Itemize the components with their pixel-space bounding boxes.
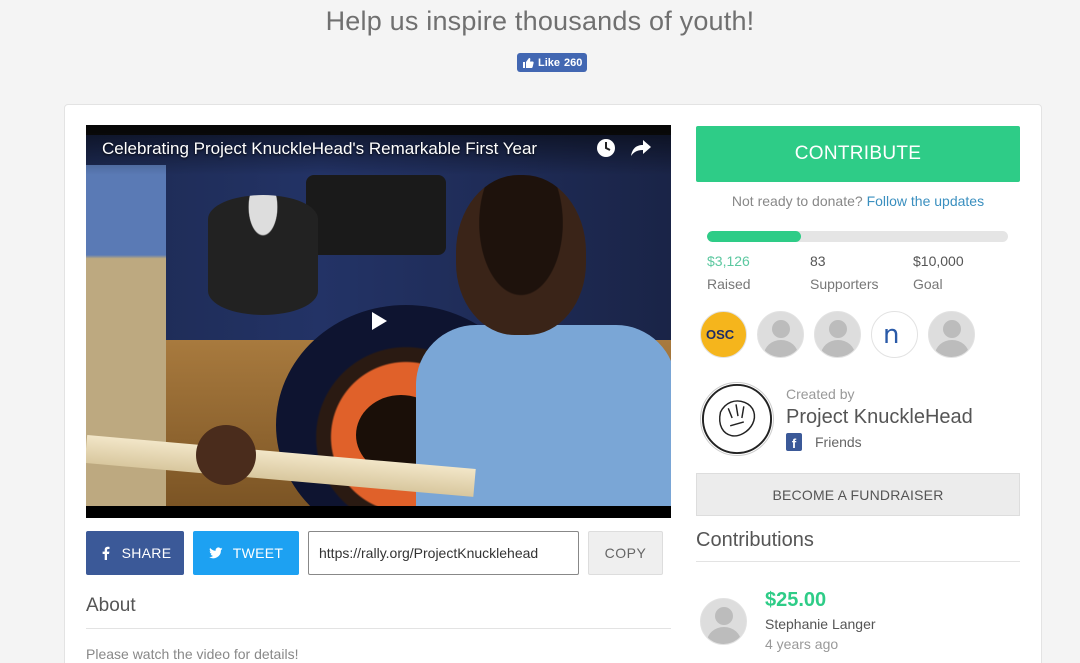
osc-logo-text: OSC (706, 327, 735, 342)
raised-value: $3,126 (707, 253, 750, 269)
clock-icon[interactable] (596, 138, 616, 158)
facebook-icon: f (786, 433, 802, 451)
creator-logo[interactable] (700, 382, 774, 456)
not-ready-text: Not ready to donate? Follow the updates (696, 193, 1020, 209)
share-arrow-icon[interactable] (630, 138, 652, 158)
twitter-icon (208, 547, 223, 559)
video-player[interactable]: Celebrating Project KnuckleHead's Remark… (86, 125, 671, 518)
funding-progress-bar (707, 231, 1008, 242)
supporters-label: Supporters (810, 276, 879, 292)
fb-like-label: Like (538, 56, 561, 69)
thumbs-up-icon (523, 57, 534, 68)
video-title[interactable]: Celebrating Project KnuckleHead's Remark… (102, 139, 537, 159)
facebook-share-button[interactable]: SHARE (86, 531, 184, 575)
follow-updates-link[interactable]: Follow the updates (867, 193, 985, 209)
about-text: Please watch the video for details! (86, 646, 299, 662)
divider (696, 561, 1020, 562)
creator-name[interactable]: Project KnuckleHead (786, 406, 973, 429)
contribution-time: 4 years ago (765, 636, 839, 652)
copy-button[interactable]: COPY (588, 531, 663, 575)
raised-stat: $3,126 Raised (707, 253, 751, 292)
supporter-avatar[interactable] (814, 311, 861, 358)
become-fundraiser-button[interactable]: BECOME A FUNDRAISER (696, 473, 1020, 516)
supporter-avatar[interactable] (757, 311, 804, 358)
supporter-avatar[interactable] (928, 311, 975, 358)
supporters-stat: 83 Supporters (810, 253, 878, 292)
goal-value: $10,000 (913, 253, 964, 269)
share-url-field[interactable] (308, 531, 579, 575)
contribute-button[interactable]: CONTRIBUTE (696, 126, 1020, 182)
friends-label: Friends (815, 434, 862, 450)
about-heading: About (86, 595, 136, 616)
tweet-label: TWEET (232, 545, 284, 561)
raised-label: Raised (707, 276, 751, 292)
supporters-value: 83 (810, 253, 826, 269)
not-ready-label: Not ready to donate? (731, 193, 863, 209)
supporter-avatar[interactable]: OSC (700, 311, 747, 358)
fb-like-button[interactable]: Like 260 (517, 53, 588, 72)
supporter-avatars: OSC n (700, 311, 975, 358)
divider (86, 628, 671, 629)
contributor-name[interactable]: Stephanie Langer (765, 616, 876, 632)
contributor-avatar[interactable] (700, 598, 747, 645)
tweet-button[interactable]: TWEET (193, 531, 299, 575)
share-label: SHARE (121, 545, 172, 561)
goal-label: Goal (913, 276, 943, 292)
page-headline: Help us inspire thousands of youth! (325, 6, 755, 36)
fb-like-count: 260 (564, 56, 583, 69)
goal-stat: $10,000 Goal (913, 253, 964, 292)
created-by-label: Created by (786, 386, 855, 402)
supporter-avatar[interactable]: n (871, 311, 918, 358)
contributions-heading: Contributions (696, 529, 814, 551)
play-icon[interactable] (369, 311, 389, 331)
facebook-icon (102, 546, 110, 560)
progress-fill (707, 231, 802, 242)
nu-logo-text: n (883, 320, 900, 350)
contribution-amount: $25.00 (765, 589, 827, 611)
